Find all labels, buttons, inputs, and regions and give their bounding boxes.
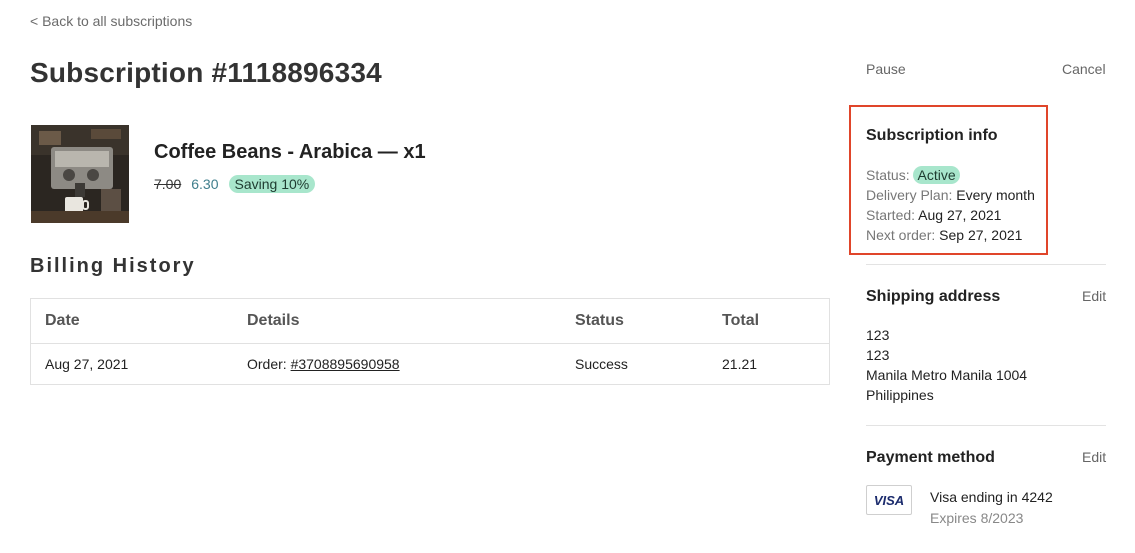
next-order-row: Next order: Sep 27, 2021 [866,225,1035,245]
address-line: 123 [866,327,890,343]
cell-total: 21.21 [722,356,758,372]
address-line: Philippines [866,387,934,403]
card-ending: Visa ending in 4242 [930,489,1053,505]
edit-payment-method-link[interactable]: Edit [1082,449,1106,465]
product-image [31,125,129,223]
column-header-details: Details [233,298,561,344]
order-number-link[interactable]: #3708895690958 [291,356,400,372]
table-row: Aug 27, 2021 Order: #3708895690958 Succe… [31,344,830,385]
card-expiry: Expires 8/2023 [930,510,1024,526]
pause-button[interactable]: Pause [866,61,906,77]
page-title: Subscription #1118896334 [30,57,382,88]
address-line: 123 [866,347,890,363]
coffee-machine-image [31,125,129,223]
payment-method-heading: Payment method [866,449,995,466]
saving-badge: Saving 10% [228,175,316,193]
status-badge: Active [913,166,960,184]
status-label: Status: [866,167,910,183]
delivery-plan-label: Delivery Plan: [866,187,953,203]
back-to-subscriptions-link[interactable]: < Back to all subscriptions [30,13,192,29]
divider [866,425,1106,426]
status-row: Status: Active [866,165,1035,185]
subscription-info-panel: Subscription info Status: Active Deliver… [849,105,1048,255]
table-header-row: Date Details Status Total [30,298,830,344]
cell-date: Aug 27, 2021 [45,356,129,372]
order-prefix: Order: [247,356,291,372]
address-line: Manila Metro Manila 1004 [866,367,1028,383]
started-value: Aug 27, 2021 [918,207,1002,223]
product-name: Coffee Beans - Arabica — x1 [154,141,426,163]
discounted-price: 6.30 [191,176,219,192]
started-row: Started: Aug 27, 2021 [866,205,1035,225]
payment-card-details: Visa ending in 4242 Expires 8/2023 [930,487,1053,529]
cell-status: Success [575,356,628,372]
shipping-address: 123 123 Manila Metro Manila 1004 Philipp… [866,325,1027,405]
billing-history-table: Date Details Status Total Aug 27, 2021 O… [30,298,830,385]
visa-card-icon: VISA [866,485,912,515]
next-order-label: Next order: [866,227,936,243]
column-header-date: Date [30,298,233,344]
started-label: Started: [866,207,916,223]
billing-history-heading: Billing History [30,255,196,277]
visa-logo-text: VISA [874,493,904,508]
subscription-info-title: Subscription info [866,127,998,144]
next-order-value: Sep 27, 2021 [939,227,1023,243]
price-row: 7.00 6.30 Saving 10% [154,175,316,193]
cancel-button[interactable]: Cancel [1062,61,1106,77]
divider [866,264,1106,265]
delivery-plan-value: Every month [956,187,1035,203]
column-header-total: Total [708,298,830,344]
shipping-address-heading: Shipping address [866,288,1001,305]
subscription-info-rows: Status: Active Delivery Plan: Every mont… [866,165,1035,245]
cell-details: Order: #3708895690958 [233,344,561,385]
edit-shipping-address-link[interactable]: Edit [1082,288,1106,304]
column-header-status: Status [561,298,708,344]
original-price: 7.00 [154,176,182,192]
delivery-plan-row: Delivery Plan: Every month [866,185,1035,205]
